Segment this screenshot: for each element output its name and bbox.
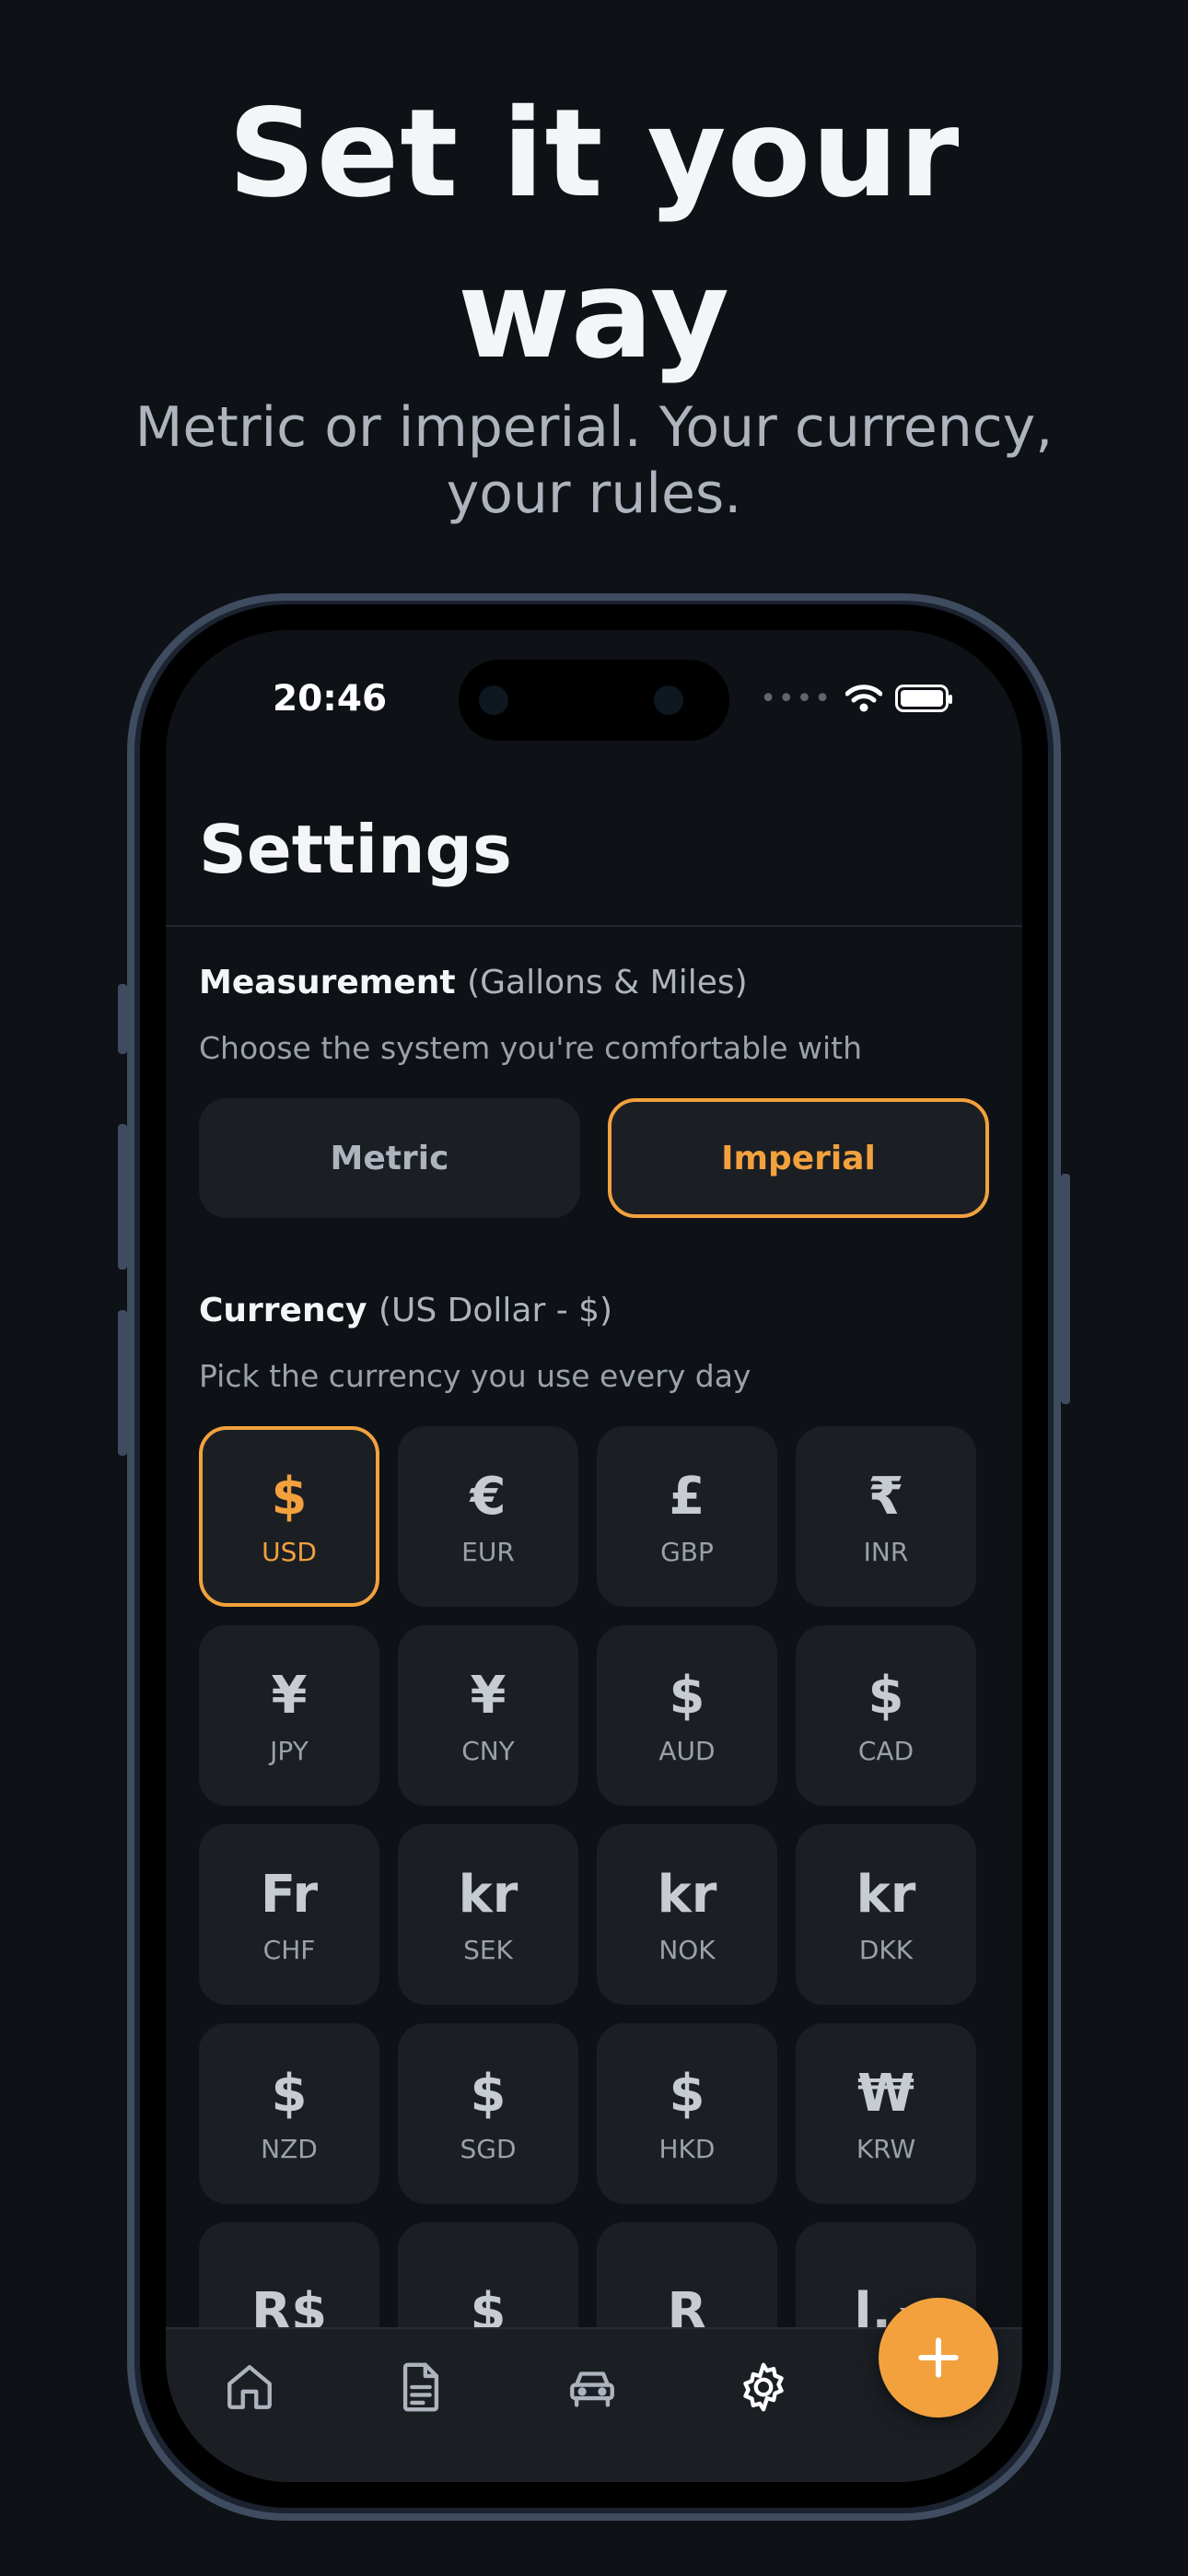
currency-code: JPY: [270, 1735, 309, 1766]
measurement-label: Measurement: [199, 964, 456, 1001]
currency-option[interactable]: $ HKD: [597, 2023, 777, 2204]
headline: Set it your way: [0, 74, 1188, 396]
currency-code: AUD: [658, 1735, 716, 1766]
home-icon: [227, 2365, 272, 2409]
currency-code: CHF: [262, 1934, 316, 1965]
currency-code: NZD: [261, 2133, 318, 2164]
tab-home[interactable]: [217, 2355, 282, 2419]
car-icon: [570, 2371, 614, 2407]
currency-option[interactable]: ¥ JPY: [199, 1625, 379, 1806]
currency-grid: $ USD € EUR £ GBP ₹ INR ¥ JPY ¥ CNY $ AUD $ CAD Fr CHF kr S…: [199, 1426, 976, 2403]
volume-down-button: [118, 1310, 127, 1456]
front-camera: [654, 685, 683, 715]
plus-icon: [918, 2337, 959, 2378]
status-icons: ••••: [760, 680, 952, 717]
currency-selected-detail: (US Dollar - $): [378, 1292, 613, 1329]
currency-symbol: Fr: [260, 1864, 319, 1925]
currency-option[interactable]: $ USD: [199, 1426, 379, 1607]
currency-option[interactable]: kr SEK: [398, 1824, 578, 2005]
currency-symbol: ₩: [857, 2063, 914, 2124]
wifi-icon: [845, 685, 882, 712]
currency-symbol: ¥: [470, 1665, 507, 1726]
headline-line-2: way: [457, 244, 730, 386]
currency-option[interactable]: $ SGD: [398, 2023, 578, 2204]
subheadline: Metric or imperial. Your currency, your …: [0, 394, 1188, 527]
currency-option[interactable]: $ NZD: [199, 2023, 379, 2204]
currency-option[interactable]: ¥ CNY: [398, 1625, 578, 1806]
dynamic-island: [459, 660, 729, 741]
currency-option[interactable]: $ CAD: [796, 1625, 976, 1806]
tab-vehicles[interactable]: [560, 2355, 624, 2419]
currency-symbol: ₹: [868, 1466, 904, 1527]
status-time: 20:46: [273, 678, 388, 720]
currency-option[interactable]: € EUR: [398, 1426, 578, 1607]
document-icon: [402, 2362, 439, 2412]
currency-option[interactable]: Fr CHF: [199, 1824, 379, 2005]
title-divider: [166, 925, 1022, 927]
subheadline-line-2: your rules.: [446, 462, 742, 526]
gear-icon: [743, 2362, 784, 2412]
currency-code: NOK: [658, 1934, 716, 1965]
currency-symbol: $: [470, 2063, 507, 2124]
currency-code: KRW: [856, 2133, 916, 2164]
currency-symbol: $: [868, 1665, 904, 1726]
currency-code: CAD: [857, 1735, 914, 1766]
currency-symbol: kr: [458, 1864, 518, 1925]
measurement-selected-detail: (Gallons & Miles): [467, 964, 748, 1001]
currency-option[interactable]: £ GBP: [597, 1426, 777, 1607]
page: Set it your way Metric or imperial. Your…: [0, 0, 1188, 2576]
add-entry-button[interactable]: [879, 2298, 998, 2418]
currency-symbol: $: [669, 1665, 705, 1726]
cellular-signal-icon: ••••: [760, 682, 833, 715]
measurement-heading: Measurement (Gallons & Miles): [199, 964, 748, 1001]
headline-line-1: Set it your: [227, 83, 961, 225]
currency-option[interactable]: kr DKK: [796, 1824, 976, 2005]
currency-code: GBP: [660, 1536, 714, 1567]
measurement-description: Choose the system you're comfortable wit…: [199, 1030, 863, 1066]
power-button: [1061, 1174, 1070, 1404]
currency-symbol: $: [271, 1466, 308, 1527]
currency-symbol: kr: [657, 1864, 717, 1925]
currency-code: SGD: [460, 2133, 517, 2164]
battery-icon: [895, 685, 952, 712]
currency-heading: Currency (US Dollar - $): [199, 1292, 612, 1329]
currency-label: Currency: [199, 1292, 367, 1329]
currency-symbol: ¥: [271, 1665, 308, 1726]
currency-symbol: $: [669, 2063, 705, 2124]
currency-symbol: €: [470, 1466, 507, 1527]
front-sensor: [479, 685, 508, 715]
currency-code: USD: [262, 1536, 317, 1567]
phone-screen: 20:46 •••• Settings Measurement (Gallons…: [166, 630, 1022, 2482]
currency-option[interactable]: $ AUD: [597, 1625, 777, 1806]
tab-settings[interactable]: [731, 2355, 796, 2419]
currency-code: EUR: [461, 1536, 515, 1567]
currency-code: CNY: [461, 1735, 515, 1766]
volume-up-button: [118, 1124, 127, 1270]
action-button: [118, 984, 127, 1054]
currency-symbol: kr: [856, 1864, 916, 1925]
currency-symbol: $: [271, 2063, 308, 2124]
currency-option[interactable]: ₹ INR: [796, 1426, 976, 1607]
metric-button[interactable]: Metric: [199, 1098, 580, 1218]
currency-option[interactable]: kr NOK: [597, 1824, 777, 2005]
tab-logs[interactable]: [389, 2355, 453, 2419]
currency-code: SEK: [463, 1934, 513, 1965]
currency-symbol: £: [669, 1466, 705, 1527]
currency-code: DKK: [858, 1934, 914, 1965]
currency-code: HKD: [658, 2133, 716, 2164]
currency-description: Pick the currency you use every day: [199, 1358, 751, 1394]
currency-option[interactable]: ₩ KRW: [796, 2023, 976, 2204]
imperial-button[interactable]: Imperial: [608, 1098, 989, 1218]
subheadline-line-1: Metric or imperial. Your currency,: [134, 395, 1054, 460]
page-title: Settings: [199, 811, 512, 888]
currency-code: INR: [863, 1536, 909, 1567]
